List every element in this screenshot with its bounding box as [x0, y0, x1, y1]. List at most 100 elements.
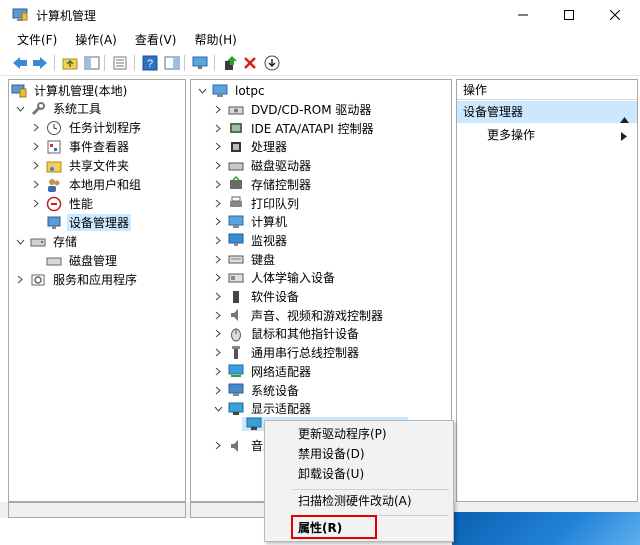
update-driver-icon[interactable]	[220, 53, 240, 73]
device-category[interactable]: 通用串行总线控制器	[213, 343, 361, 362]
device-category[interactable]: 处理器	[213, 137, 289, 156]
chevron-right-icon[interactable]	[213, 324, 223, 343]
tree-item-task-scheduler[interactable]: 任务计划程序	[31, 118, 143, 137]
device-category[interactable]: 网络适配器	[213, 362, 313, 381]
show-action-icon[interactable]	[162, 53, 182, 73]
chevron-right-icon[interactable]	[213, 119, 223, 138]
download-icon[interactable]	[262, 53, 282, 73]
chevron-right-icon[interactable]	[31, 118, 41, 137]
chevron-right-icon[interactable]	[213, 436, 223, 455]
tree-item-performance[interactable]: 性能	[31, 194, 95, 213]
tree-item-services-apps[interactable]: 服务和应用程序	[15, 270, 139, 289]
device-root-lotpc[interactable]: lotpc	[197, 81, 267, 100]
device-category-label: 键盘	[251, 252, 276, 267]
menu-help[interactable]: 帮助(H)	[185, 30, 245, 50]
chevron-right-icon[interactable]	[213, 137, 223, 156]
device-category[interactable]: IDE ATA/ATAPI 控制器	[213, 119, 376, 138]
tree-item-disk-management[interactable]: 磁盘管理	[46, 251, 119, 270]
device-category[interactable]: 计算机	[213, 212, 289, 231]
device-category[interactable]: 人体学输入设备	[213, 268, 337, 287]
chevron-right-icon[interactable]	[213, 362, 223, 381]
chevron-right-icon[interactable]	[31, 137, 41, 156]
dvd-icon	[228, 102, 244, 118]
tree-item-storage[interactable]: 存储	[15, 232, 79, 251]
menu-bar: 文件(F) 操作(A) 查看(V) 帮助(H)	[0, 30, 640, 50]
menu-action[interactable]: 操作(A)	[66, 30, 126, 50]
minimize-button[interactable]	[500, 0, 546, 30]
monitor-icon[interactable]	[190, 53, 210, 73]
ide-controller-icon	[228, 120, 244, 136]
chevron-right-icon[interactable]	[213, 306, 223, 325]
chevron-right-icon[interactable]	[31, 175, 41, 194]
chevron-right-icon[interactable]	[213, 212, 223, 231]
forward-icon[interactable]	[30, 53, 50, 73]
tree-item-computer-management[interactable]: 计算机管理(本地)	[11, 81, 129, 100]
menu-view[interactable]: 查看(V)	[126, 30, 186, 50]
device-category[interactable]: 鼠标和其他指针设备	[213, 324, 361, 343]
actions-section-device-manager[interactable]: 设备管理器	[457, 101, 637, 123]
device-category[interactable]: 显示适配器	[213, 399, 313, 418]
properties-icon[interactable]	[110, 53, 130, 73]
device-category[interactable]: DVD/CD-ROM 驱动器	[213, 100, 373, 119]
chevron-right-icon[interactable]	[213, 250, 223, 269]
device-category-label: 通用串行总线控制器	[251, 346, 360, 361]
device-manager-icon	[46, 215, 62, 231]
device-category[interactable]: 磁盘驱动器	[213, 156, 313, 175]
device-category[interactable]: 系统设备	[213, 381, 301, 400]
actions-pane: 操作 设备管理器 更多操作	[456, 79, 638, 502]
chevron-right-icon[interactable]	[15, 270, 25, 289]
tree-item-shared-folders[interactable]: 共享文件夹	[31, 156, 131, 175]
device-category-label: 鼠标和其他指针设备	[251, 327, 360, 342]
chevron-down-icon[interactable]	[15, 232, 25, 251]
storage-controller-icon	[228, 176, 244, 192]
close-button[interactable]	[592, 0, 638, 30]
more-actions-link[interactable]: 更多操作	[487, 126, 535, 144]
context-update-driver[interactable]: 更新驱动程序(P)	[298, 424, 387, 444]
performance-icon	[46, 196, 62, 212]
tree-item-device-manager[interactable]: 设备管理器	[46, 213, 132, 232]
device-category-label: IDE ATA/ATAPI 控制器	[251, 121, 374, 136]
help-icon[interactable]: ?	[140, 53, 160, 73]
device-category[interactable]: 存储控制器	[213, 175, 313, 194]
tree-label: 共享文件夹	[69, 159, 130, 173]
context-uninstall-device[interactable]: 卸载设备(U)	[298, 464, 364, 484]
tree-item-event-viewer[interactable]: 事件查看器	[31, 137, 131, 156]
tree-label: 存储	[53, 235, 78, 249]
chevron-right-icon[interactable]	[213, 231, 223, 250]
chevron-right-icon[interactable]	[213, 156, 223, 175]
up-folder-icon[interactable]	[60, 53, 80, 73]
tree-item-local-users[interactable]: 本地用户和组	[31, 175, 143, 194]
device-category[interactable]: 打印队列	[213, 194, 301, 213]
actions-header: 操作	[457, 80, 637, 100]
chevron-down-icon[interactable]	[15, 99, 25, 118]
submenu-arrow-icon[interactable]	[621, 130, 627, 144]
show-tree-icon[interactable]	[82, 53, 102, 73]
chevron-right-icon[interactable]	[31, 194, 41, 213]
maximize-button[interactable]	[546, 0, 592, 30]
display-adapter-icon	[228, 401, 244, 417]
device-category[interactable]: 监视器	[213, 231, 289, 250]
device-category[interactable]: 键盘	[213, 250, 277, 269]
device-category[interactable]: 声音、视频和游戏控制器	[213, 306, 385, 325]
chevron-right-icon[interactable]	[213, 381, 223, 400]
chevron-right-icon[interactable]	[31, 156, 41, 175]
chevron-right-icon[interactable]	[213, 100, 223, 119]
chevron-right-icon[interactable]	[213, 194, 223, 213]
chevron-right-icon[interactable]	[213, 175, 223, 194]
context-disable-device[interactable]: 禁用设备(D)	[298, 444, 365, 464]
tree-label: 任务计划程序	[69, 121, 142, 135]
device-category[interactable]: 软件设备	[213, 287, 301, 306]
chevron-right-icon[interactable]	[213, 268, 223, 287]
tree-label: 本地用户和组	[69, 178, 142, 192]
chevron-down-icon[interactable]	[213, 399, 223, 418]
menu-file[interactable]: 文件(F)	[8, 30, 66, 50]
back-icon[interactable]	[10, 53, 30, 73]
context-scan-hardware[interactable]: 扫描检测硬件改动(A)	[298, 491, 412, 511]
usb-icon	[228, 345, 244, 361]
chevron-down-icon[interactable]	[197, 81, 207, 100]
uninstall-icon[interactable]	[240, 53, 260, 73]
collapse-up-icon[interactable]	[620, 108, 629, 130]
chevron-right-icon[interactable]	[213, 343, 223, 362]
tree-item-system-tools[interactable]: 系统工具	[15, 99, 103, 118]
chevron-right-icon[interactable]	[213, 287, 223, 306]
